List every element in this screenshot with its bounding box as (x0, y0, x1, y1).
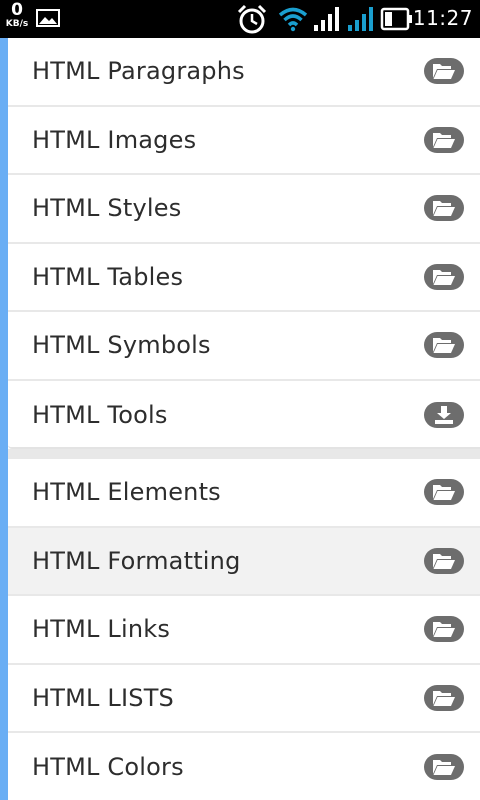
list-item-label: HTML Tools (32, 400, 168, 429)
download-icon[interactable] (424, 401, 464, 428)
list-item-label: HTML Colors (32, 753, 184, 782)
alarm-icon (236, 3, 268, 39)
clock-time: 11:27 (412, 6, 473, 30)
folder-open-icon[interactable] (424, 754, 464, 781)
list-item-html-tools[interactable]: HTML Tools (8, 380, 480, 447)
list-item-label: HTML Formatting (32, 546, 241, 575)
signal-icon (313, 6, 341, 36)
list-item-html-styles[interactable]: HTML Styles (8, 175, 480, 244)
folder-open-icon[interactable] (424, 58, 464, 85)
list-item-label: HTML Symbols (32, 331, 211, 360)
folder-open-icon[interactable] (424, 479, 464, 506)
network-speed-value: 0 (11, 0, 23, 20)
image-icon (36, 9, 60, 31)
list-item-label: HTML Elements (32, 478, 221, 507)
list-item-html-colors[interactable]: HTML Colors (8, 733, 480, 800)
folder-open-icon[interactable] (424, 547, 464, 574)
folder-open-icon[interactable] (424, 126, 464, 153)
list-item-html-elements[interactable]: HTML Elements (8, 459, 480, 528)
list-item-html-symbols[interactable]: HTML Symbols (8, 312, 480, 381)
list-item-html-links[interactable]: HTML Links (8, 596, 480, 665)
wifi-icon (278, 6, 308, 36)
list-item-label: HTML Images (32, 125, 197, 154)
list-item-label: HTML Styles (32, 194, 182, 223)
folder-open-icon[interactable] (424, 332, 464, 359)
network-speed-unit: KB/s (5, 19, 29, 29)
accent-strip (0, 38, 8, 800)
battery-icon (380, 7, 414, 35)
list-item-label: HTML Paragraphs (32, 57, 245, 86)
list-item-html-formatting[interactable]: HTML Formatting (8, 527, 480, 596)
list-item-html-images[interactable]: HTML Images (8, 106, 480, 175)
network-speed: 0 KB/s (2, 2, 32, 29)
signal-icon (347, 6, 375, 36)
list-item-label: HTML LISTS (32, 683, 174, 712)
list-item-html-lists[interactable]: HTML LISTS (8, 664, 480, 733)
list-item-html-tables[interactable]: HTML Tables (8, 243, 480, 312)
folder-open-icon[interactable] (424, 616, 464, 643)
folder-open-icon[interactable] (424, 684, 464, 711)
list-item-html-paragraphs[interactable]: HTML Paragraphs (8, 38, 480, 107)
group-divider (8, 449, 480, 459)
list-item-label: HTML Tables (32, 262, 184, 291)
list-item-label: HTML Links (32, 615, 171, 644)
status-bar: 0 KB/s 11:27 (0, 0, 480, 38)
folder-open-icon[interactable] (424, 195, 464, 222)
folder-open-icon[interactable] (424, 263, 464, 290)
topic-group-2: HTML Elements HTML Formatting HTML Links… (8, 459, 480, 800)
topic-group-1: HTML Paragraphs HTML Images HTML Styles … (8, 38, 480, 449)
